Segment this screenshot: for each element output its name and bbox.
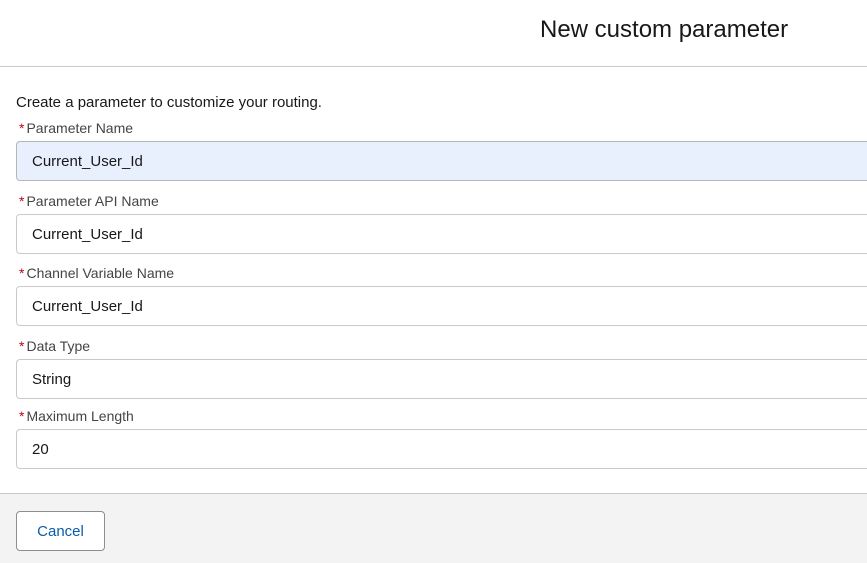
field-parameter-api-name: * Parameter API Name bbox=[16, 192, 867, 254]
field-label-text: Parameter API Name bbox=[26, 193, 159, 209]
field-data-type: * Data Type bbox=[16, 337, 867, 399]
cancel-button[interactable]: Cancel bbox=[16, 511, 105, 551]
form-intro-text: Create a parameter to customize your rou… bbox=[16, 94, 322, 111]
field-label: * Channel Variable Name bbox=[16, 264, 867, 282]
field-label-text: Channel Variable Name bbox=[26, 265, 175, 281]
maximum-length-input[interactable] bbox=[16, 429, 867, 469]
field-label: * Data Type bbox=[16, 337, 867, 355]
modal-footer: Cancel bbox=[0, 493, 867, 563]
required-marker: * bbox=[19, 120, 25, 136]
data-type-input[interactable] bbox=[16, 359, 867, 399]
field-parameter-name: * Parameter Name bbox=[16, 119, 867, 181]
required-marker: * bbox=[19, 338, 25, 354]
field-channel-variable-name: * Channel Variable Name bbox=[16, 264, 867, 326]
required-marker: * bbox=[19, 408, 25, 424]
field-maximum-length: * Maximum Length bbox=[16, 407, 867, 469]
parameter-name-input[interactable] bbox=[16, 141, 867, 181]
required-marker: * bbox=[19, 193, 25, 209]
required-marker: * bbox=[19, 265, 25, 281]
field-label-text: Maximum Length bbox=[26, 408, 134, 424]
field-label-text: Data Type bbox=[26, 338, 91, 354]
new-custom-parameter-modal: New custom parameter Create a parameter … bbox=[0, 0, 867, 563]
field-label: * Parameter Name bbox=[16, 119, 867, 137]
field-label: * Maximum Length bbox=[16, 407, 867, 425]
field-label-text: Parameter Name bbox=[26, 120, 134, 136]
modal-header: New custom parameter bbox=[0, 0, 867, 67]
field-label: * Parameter API Name bbox=[16, 192, 867, 210]
modal-body: Create a parameter to customize your rou… bbox=[0, 68, 867, 493]
parameter-api-name-input[interactable] bbox=[16, 214, 867, 254]
modal-title: New custom parameter bbox=[540, 16, 789, 43]
channel-variable-name-input[interactable] bbox=[16, 286, 867, 326]
